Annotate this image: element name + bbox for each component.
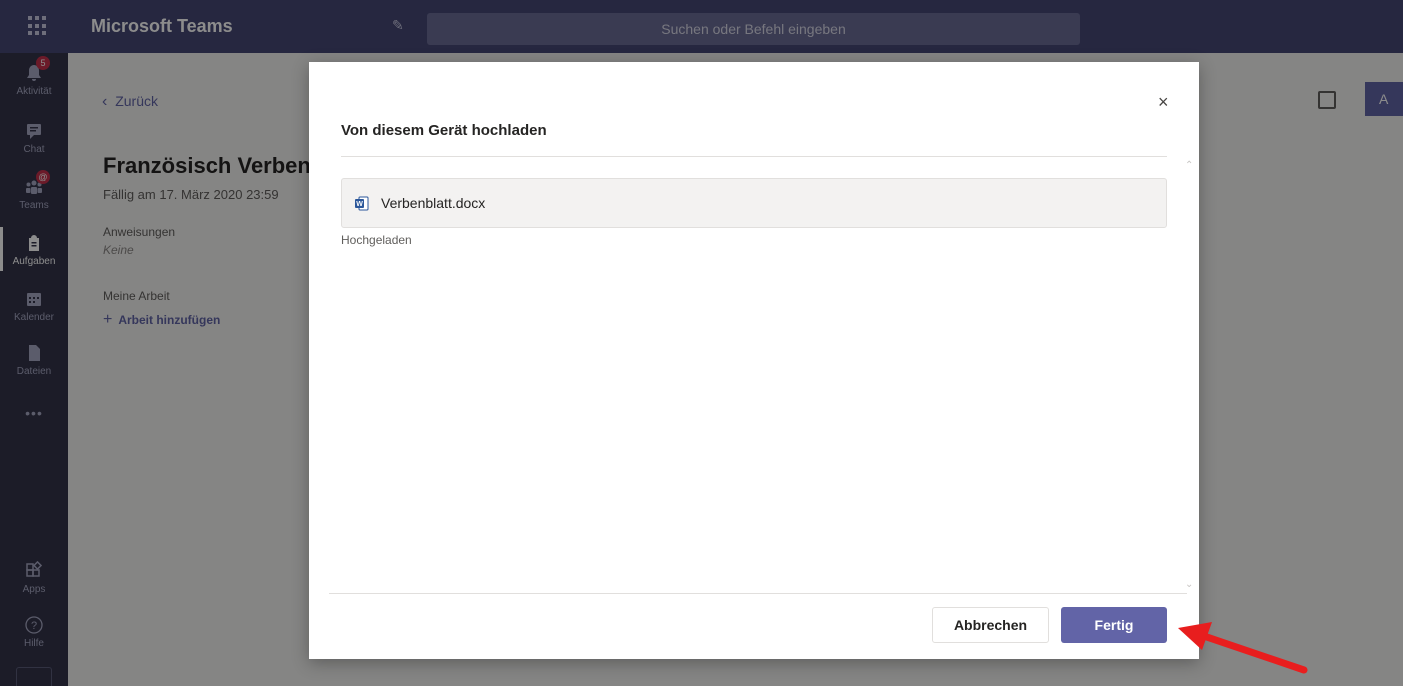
divider bbox=[341, 156, 1167, 157]
word-document-icon: W bbox=[355, 196, 369, 211]
scroll-up-icon[interactable]: ⌃ bbox=[1185, 160, 1193, 171]
divider bbox=[329, 593, 1187, 594]
upload-dialog: × Von diesem Gerät hochladen W Verbenbla… bbox=[309, 62, 1199, 659]
scroll-down-icon[interactable]: ⌄ bbox=[1185, 579, 1193, 590]
annotation-arrow-icon bbox=[1178, 622, 1308, 674]
upload-status: Hochgeladen bbox=[341, 233, 412, 247]
svg-text:W: W bbox=[356, 201, 363, 208]
done-button[interactable]: Fertig bbox=[1061, 607, 1167, 643]
close-icon[interactable]: × bbox=[1158, 92, 1169, 113]
file-name: Verbenblatt.docx bbox=[381, 195, 486, 211]
uploaded-file-item[interactable]: W Verbenblatt.docx bbox=[341, 178, 1167, 228]
cancel-button[interactable]: Abbrechen bbox=[932, 607, 1049, 643]
dialog-scrollbar[interactable]: ⌃ ⌄ bbox=[1183, 156, 1197, 592]
dialog-title: Von diesem Gerät hochladen bbox=[341, 122, 547, 139]
